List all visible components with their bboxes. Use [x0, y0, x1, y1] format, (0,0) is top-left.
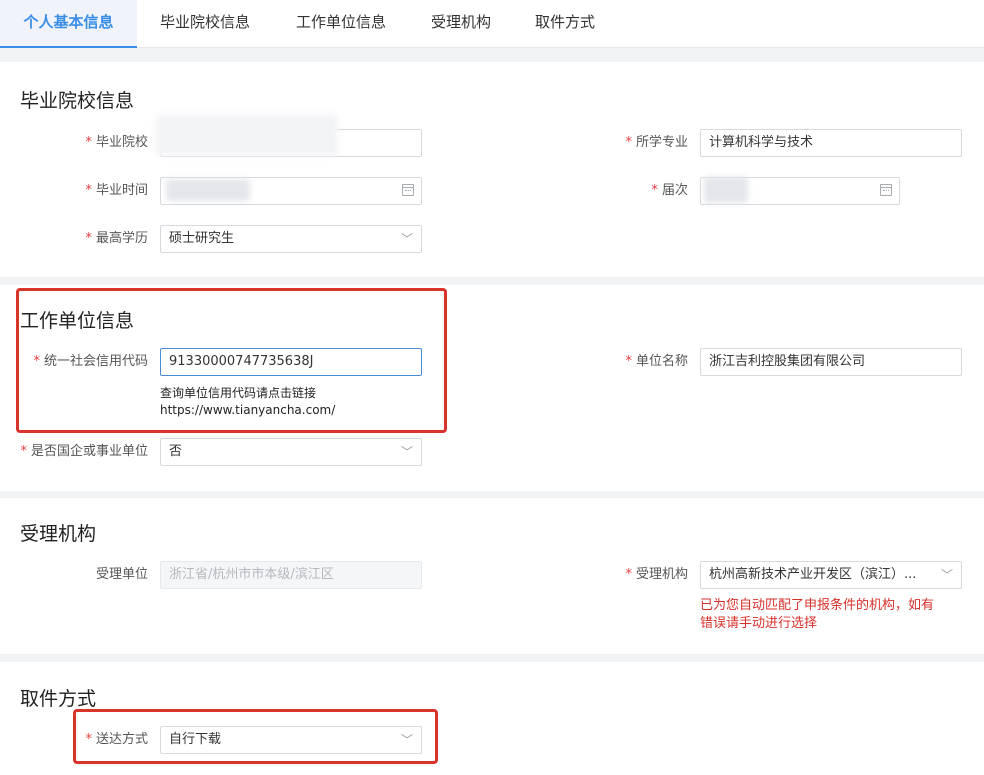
auto-match-warning-line2: 错误请手动进行选择 — [700, 616, 818, 631]
employer-highlight-box — [16, 288, 447, 433]
company-name-input[interactable]: 浙江吉利控股集团有限公司 — [700, 348, 962, 376]
grad-time-label: * 毕业时间 — [85, 183, 148, 198]
redaction-blur — [704, 177, 748, 203]
chevron-down-icon: ﹀ — [400, 232, 413, 246]
auto-match-warning: 已为您自动匹配了申报条件的机构，如有 — [700, 598, 935, 613]
agency-section: 受理机构 受理单位 浙江省/杭州市市本级/滨江区 * 受理机构 杭州高新技术产业开… — [0, 498, 984, 654]
agency-select[interactable]: 杭州高新技术产业开发区（滨江）... ﹀ — [700, 561, 962, 589]
calendar-icon — [402, 184, 414, 196]
chevron-down-icon: ﹀ — [940, 568, 953, 582]
company-name-label: * 单位名称 — [625, 354, 688, 369]
session-label: * 届次 — [651, 183, 688, 198]
degree-select[interactable]: 硕士研究生 ﹀ — [160, 225, 422, 253]
section-title: 受理机构 — [20, 523, 97, 545]
school-label: * 毕业院校 — [85, 135, 148, 150]
tab-employer-info[interactable]: 工作单位信息 — [280, 0, 402, 48]
major-label: * 所学专业 — [625, 135, 688, 150]
section-title: 毕业院校信息 — [20, 90, 135, 112]
tab-graduation-info[interactable]: 毕业院校信息 — [142, 0, 268, 48]
soe-label: * 是否国企或事业单位 — [20, 444, 148, 459]
soe-select[interactable]: 否 ﹀ — [160, 438, 422, 466]
degree-label: * 最高学历 — [85, 231, 148, 246]
redaction-blur — [166, 179, 250, 201]
calendar-icon — [880, 184, 892, 196]
unit-label: 受理单位 — [95, 567, 148, 582]
redaction-blur — [156, 114, 338, 156]
graduation-section: 毕业院校信息 * 毕业院校 * 所学专业 计算机科学与技术 * 毕业时间 * 届次 * 最… — [0, 62, 984, 277]
tab-delivery[interactable]: 取件方式 — [520, 0, 610, 48]
delivery-highlight-box — [73, 709, 438, 764]
chevron-down-icon: ﹀ — [400, 445, 413, 459]
tab-agency[interactable]: 受理机构 — [418, 0, 504, 48]
unit-input: 浙江省/杭州市市本级/滨江区 — [160, 561, 422, 589]
agency-label: * 受理机构 — [625, 567, 688, 582]
tab-bar: 个人基本信息 毕业院校信息 工作单位信息 受理机构 取件方式 — [0, 0, 984, 48]
major-input[interactable]: 计算机科学与技术 — [700, 129, 962, 157]
tab-personal-info[interactable]: 个人基本信息 — [0, 0, 137, 48]
section-title: 取件方式 — [20, 688, 97, 710]
